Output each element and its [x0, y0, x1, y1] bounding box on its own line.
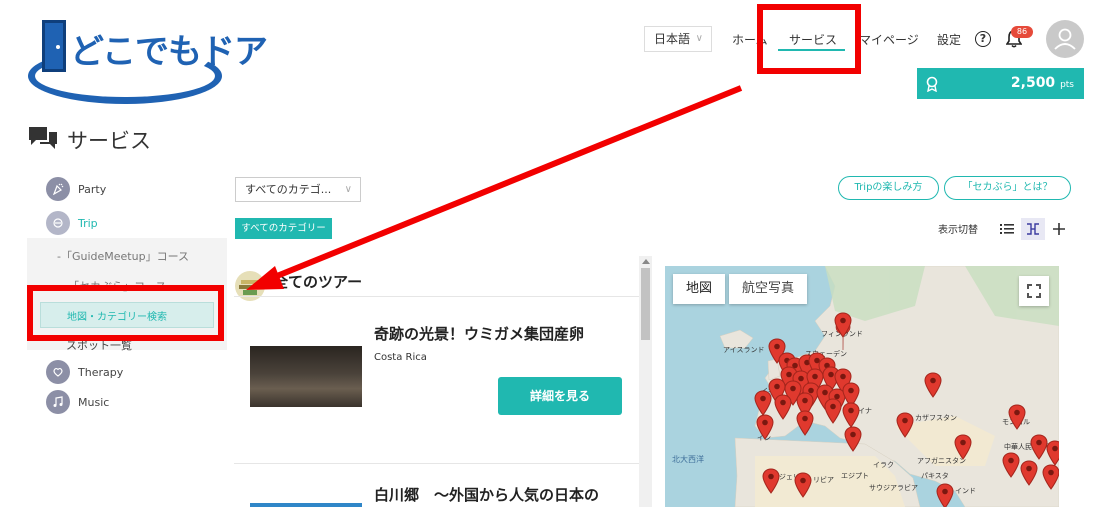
annotation-arrow-icon	[246, 85, 743, 290]
